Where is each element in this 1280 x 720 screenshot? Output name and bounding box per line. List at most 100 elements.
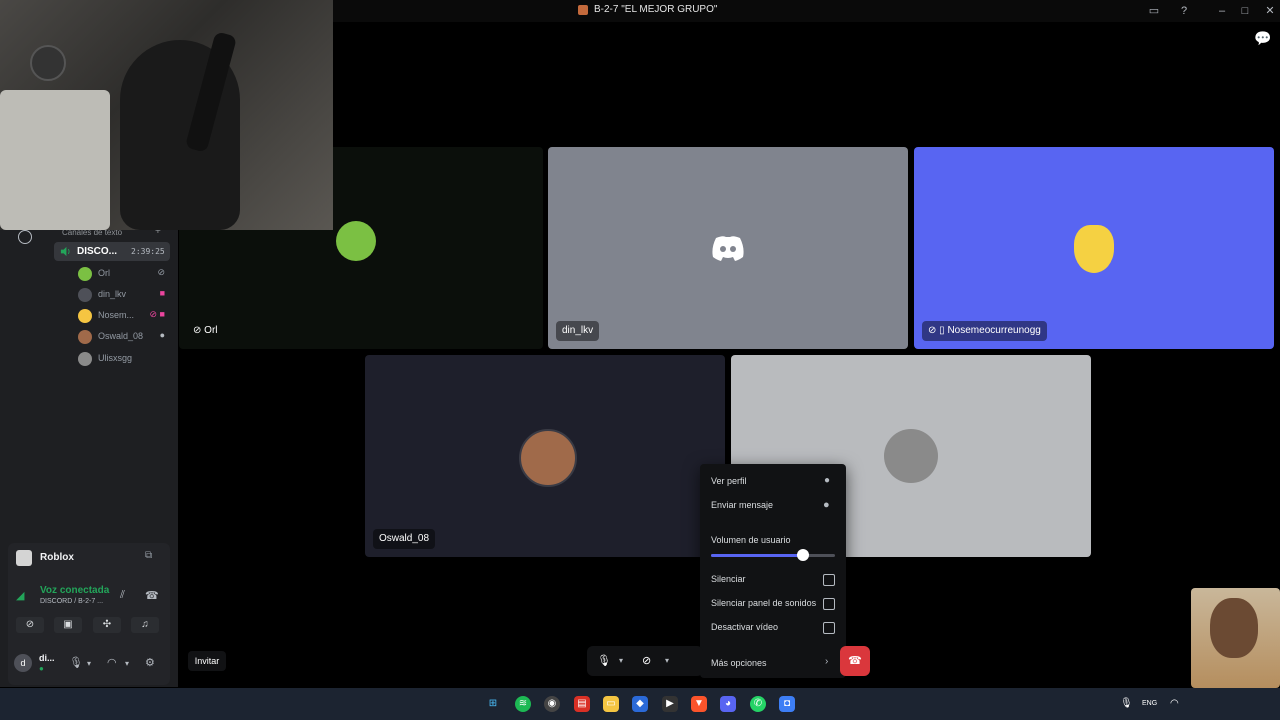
brave-icon[interactable]: ▼ xyxy=(691,696,707,712)
tile-label: Oswald_08 xyxy=(373,529,436,549)
tile-username: Orl xyxy=(204,325,218,336)
language-indicator[interactable]: ENG xyxy=(1142,700,1157,707)
camera-off-icon[interactable]: ⊘ xyxy=(16,617,44,633)
avatar xyxy=(78,267,92,281)
voice-channel-timer: 2:39:25 xyxy=(131,247,165,256)
user-name[interactable]: di... xyxy=(39,653,55,663)
discord-icon[interactable]: ◕ xyxy=(720,696,736,712)
chat-bubble-icon: ● xyxy=(823,499,830,511)
video-editor-icon[interactable]: ▶ xyxy=(662,696,678,712)
disable-video-checkbox[interactable] xyxy=(823,622,835,634)
wifi-icon[interactable]: ◠ xyxy=(1170,698,1179,709)
voice-user-name: Orl xyxy=(98,268,110,278)
volume-slider-handle[interactable] xyxy=(797,549,809,561)
voice-user-name: Ulisxsgg xyxy=(98,353,133,363)
user-icon: ● xyxy=(824,475,831,486)
avatar xyxy=(78,309,92,323)
avatar xyxy=(78,288,92,302)
mute-item[interactable]: Silenciar xyxy=(711,574,746,584)
chevron-down-icon[interactable]: ▾ xyxy=(125,659,129,668)
gear-icon[interactable]: ⚙ xyxy=(145,656,155,669)
video-off-icon: ⊘ xyxy=(157,267,165,277)
voice-connected-channel[interactable]: DISCORD / B-2-7 ... xyxy=(40,598,103,605)
mute-checkbox[interactable] xyxy=(823,574,835,586)
stream-game-icon[interactable]: ⧉ xyxy=(145,550,152,561)
chevron-down-icon[interactable]: ▾ xyxy=(665,656,669,665)
soundboard-icon[interactable]: ♫ xyxy=(131,617,159,633)
disconnect-icon[interactable]: ☎ xyxy=(145,589,159,602)
send-message-item[interactable]: Enviar mensaje xyxy=(711,500,773,510)
voice-user-din[interactable]: din_lkv ■ xyxy=(78,287,173,303)
tile-username: din_lkv xyxy=(562,325,594,336)
noise-suppression-icon[interactable]: ⫽ xyxy=(120,589,125,602)
folder-icon[interactable]: ▭ xyxy=(603,696,619,712)
voice-user-ulis[interactable]: Ulisxsgg xyxy=(78,351,173,367)
disconnect-button[interactable]: ☎ xyxy=(840,646,870,676)
close-button[interactable]: ✕ xyxy=(1262,3,1278,19)
avatar xyxy=(78,330,92,344)
screen-share-icon[interactable]: ▣ xyxy=(54,617,82,633)
spotify-icon[interactable]: ≋ xyxy=(515,696,531,712)
app-icon[interactable]: ◘ xyxy=(779,696,795,712)
microphone-icon[interactable]: 🎙 xyxy=(69,656,83,669)
voice-user-nosem[interactable]: Nosem... ⊘ ■ xyxy=(78,308,173,324)
speaker-icon xyxy=(60,246,70,257)
activity-game-name: Roblox xyxy=(40,552,74,563)
whatsapp-icon[interactable]: ✆ xyxy=(750,696,766,712)
microphone-icon[interactable]: 🎙 xyxy=(1120,698,1133,709)
chrome-icon[interactable]: ◉ xyxy=(544,696,560,712)
avatar xyxy=(78,352,92,366)
video-tile-oswald[interactable]: Oswald_08 xyxy=(365,355,725,557)
help-icon[interactable]: ? xyxy=(1176,3,1192,19)
game-activity-icon: ■ xyxy=(159,288,165,298)
chat-bubble-icon[interactable]: 💬 xyxy=(1254,30,1271,47)
video-tile-din[interactable]: din_lkv xyxy=(548,147,908,349)
voice-user-name: Nosem... xyxy=(98,310,135,320)
pip-camera-person xyxy=(1210,598,1258,658)
voice-user-name: din_lkv xyxy=(98,289,127,299)
voice-user-oswald[interactable]: Oswald_08 ● xyxy=(78,329,173,345)
windows-start-icon[interactable]: ⊞ xyxy=(485,696,501,712)
tile-label: din_lkv xyxy=(556,321,600,341)
server-icon xyxy=(578,5,588,15)
connection-signal-icon[interactable]: ◢ xyxy=(16,589,24,602)
pdf-icon[interactable]: ▤ xyxy=(574,696,590,712)
chevron-right-icon: › xyxy=(825,656,829,667)
minimize-button[interactable]: – xyxy=(1214,3,1230,19)
video-tile-nosemeocurreunogg[interactable]: ⊘ ▯ Nosemeocurreunogg xyxy=(914,147,1274,349)
server-rail-icon[interactable] xyxy=(18,230,32,244)
voice-user-orl[interactable]: Orl ⊘ xyxy=(78,266,173,282)
user-status-icon: ● xyxy=(39,664,44,673)
activities-icon[interactable]: ✣ xyxy=(93,617,121,633)
view-profile-item[interactable]: Ver perfil xyxy=(711,476,747,486)
inbox-icon[interactable]: ▭ xyxy=(1146,3,1162,19)
app-icon[interactable]: ◆ xyxy=(632,696,648,712)
microphone-icon[interactable]: 🎙 xyxy=(597,654,611,667)
chat-bubble-icon: ● xyxy=(159,330,165,340)
user-context-menu: Ver perfil ● Enviar mensaje ● Volumen de… xyxy=(700,464,846,678)
chevron-down-icon[interactable]: ▾ xyxy=(87,659,91,668)
more-options-item[interactable]: Más opciones xyxy=(711,658,767,668)
disable-video-item[interactable]: Desactivar vídeo xyxy=(711,622,778,632)
game-activity-icon: ⊘ ■ xyxy=(149,309,165,319)
tile-label: ⊘ ▯ Nosemeocurreunogg xyxy=(922,321,1047,341)
tile-label: ⊘ Orl xyxy=(193,325,218,336)
invite-button[interactable]: Invitar xyxy=(188,651,226,671)
roblox-icon xyxy=(16,550,32,566)
mute-soundboard-checkbox[interactable] xyxy=(823,598,835,610)
tile-username: Oswald_08 xyxy=(379,533,430,544)
chevron-down-icon[interactable]: ▾ xyxy=(619,656,623,665)
volume-slider-fill xyxy=(711,554,803,557)
voice-connected-status[interactable]: Voz conectada xyxy=(40,585,109,596)
webcam-background xyxy=(0,90,110,230)
camera-off-icon[interactable]: ⊘ xyxy=(642,654,651,667)
webcam-background xyxy=(30,45,66,81)
headphones-icon[interactable]: ◠ xyxy=(107,656,117,669)
avatar[interactable]: d xyxy=(14,654,32,672)
voice-user-name: Oswald_08 xyxy=(98,331,144,341)
window-title: B-2-7 "EL MEJOR GRUPO" xyxy=(594,4,718,15)
voice-channel-name: DISCO... xyxy=(77,246,118,257)
maximize-button[interactable]: □ xyxy=(1237,3,1253,19)
user-volume-label: Volumen de usuario xyxy=(711,535,791,545)
mute-soundboard-item[interactable]: Silenciar panel de sonidos xyxy=(711,598,816,608)
